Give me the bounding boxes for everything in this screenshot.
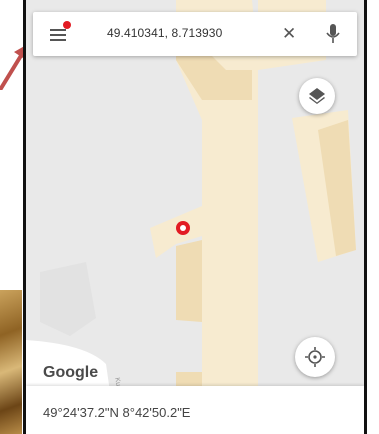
my-location-button[interactable] bbox=[295, 337, 335, 377]
map-building-lower bbox=[176, 240, 202, 322]
map-building-bottom bbox=[176, 372, 202, 386]
close-icon[interactable]: ✕ bbox=[282, 24, 296, 44]
phone-screen: 49.410341, 8.713930 ✕ Google Kurze 49°24… bbox=[23, 0, 367, 434]
search-input[interactable]: 49.410341, 8.713930 bbox=[107, 26, 222, 40]
my-location-icon bbox=[305, 347, 325, 367]
menu-icon[interactable] bbox=[50, 21, 71, 41]
pin-center bbox=[180, 225, 186, 231]
coordinates-dms: 49°24'37.2"N 8°42'50.2"E bbox=[43, 405, 191, 420]
background-photo-fragment bbox=[0, 290, 22, 434]
layers-button[interactable] bbox=[299, 78, 335, 114]
search-bar[interactable]: 49.410341, 8.713930 ✕ bbox=[33, 12, 357, 56]
mic-icon[interactable] bbox=[326, 23, 340, 45]
google-logo: Google bbox=[43, 364, 99, 381]
layers-icon bbox=[309, 88, 325, 104]
notification-dot bbox=[63, 21, 71, 29]
location-bottom-sheet[interactable]: 49°24'37.2"N 8°42'50.2"E bbox=[26, 386, 364, 434]
